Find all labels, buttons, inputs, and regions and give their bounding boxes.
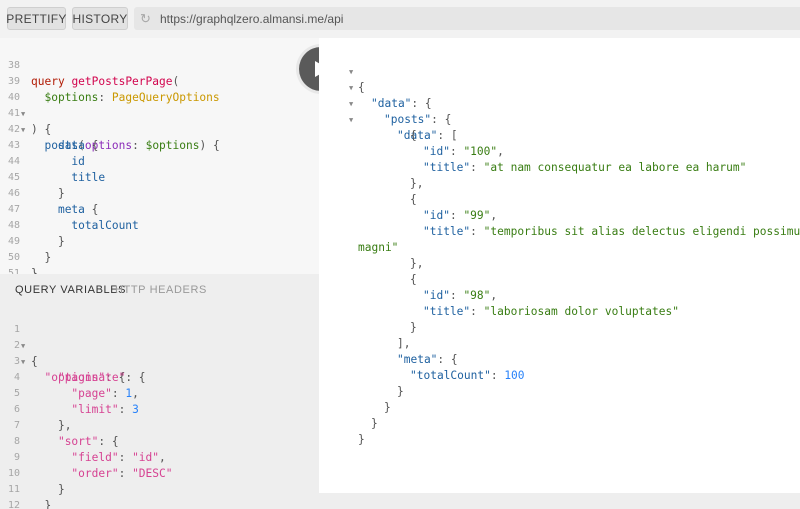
toolbar: PRETTIFY HISTORY ↻ xyxy=(0,0,800,38)
code-line: "id": "98", xyxy=(423,289,498,302)
code-line: } xyxy=(319,384,800,414)
code-line: 45 } xyxy=(0,154,319,200)
code-line: 42 data { xyxy=(0,106,319,152)
code-line: 52 xyxy=(0,266,319,274)
code-line: }, xyxy=(319,160,800,190)
code-line: 48 } xyxy=(0,202,319,248)
code-line: 2 ▼ "options": { xyxy=(0,322,319,384)
code-line: "id": "99", xyxy=(423,209,498,222)
code-line: 3 "paginate": { xyxy=(0,338,319,384)
code-line: ▼ "data": [ xyxy=(319,96,800,142)
code-line: { xyxy=(319,176,800,206)
endpoint-url-input[interactable] xyxy=(160,11,760,26)
code-line: 47 totalCount xyxy=(0,186,319,232)
code-line: } xyxy=(319,368,800,398)
code-line: 5 "limit": 3 xyxy=(0,370,319,416)
tab-http-headers[interactable]: HTTP HEADERS xyxy=(115,284,207,296)
code-line: } xyxy=(319,416,800,446)
code-line: { xyxy=(319,256,800,286)
code-line: 38 query getPostsPerPage( xyxy=(0,42,319,88)
code-line: 6 }, xyxy=(0,386,319,432)
code-line: magni" xyxy=(319,224,800,254)
result-footer xyxy=(319,493,800,509)
tab-query-variables[interactable]: QUERY VARIABLES xyxy=(15,284,126,296)
code-line: { xyxy=(319,112,800,142)
code-line: 43 id xyxy=(0,122,319,168)
code-line: } xyxy=(319,304,800,334)
code-line: 40 ▼ ) { xyxy=(0,74,319,136)
code-line: 7 "sort": { xyxy=(0,402,319,448)
code-line: } xyxy=(319,400,800,430)
code-line: ▼ { xyxy=(319,48,800,94)
code-line: 8 "field": "id", xyxy=(0,418,319,464)
code-line: "title": "temporibus sit alias delectus … xyxy=(319,208,800,238)
variables-panel-header: QUERY VARIABLES HTTP HEADERS xyxy=(0,274,319,305)
code-line: 51 xyxy=(0,250,319,274)
code-line: 41 ▼ posts(options: $options) { xyxy=(0,90,319,152)
result-viewer[interactable]: ▼ { ▼ "data": { ▼ "posts": { ▼ "data": [… xyxy=(319,38,800,493)
code-line: }, xyxy=(319,240,800,270)
code-line: ▼ "data": { xyxy=(319,64,800,110)
code-line: ], xyxy=(319,320,800,350)
code-line: "title": "laboriosam dolor voluptates" xyxy=(423,305,679,318)
endpoint-url-bar: ↻ xyxy=(134,7,800,30)
code-line: 4 "page": 1, xyxy=(0,354,319,400)
code-line: 49 } xyxy=(0,218,319,264)
line-number: 12 xyxy=(7,500,20,509)
code-line: 12 } xyxy=(0,482,319,509)
prettify-button[interactable]: PRETTIFY xyxy=(6,7,66,30)
query-editor[interactable]: 38 query getPostsPerPage( 39 $options: P… xyxy=(0,38,319,274)
code-line: 50 } xyxy=(0,234,319,274)
code-line: 46 meta { xyxy=(0,170,319,216)
code-line: 9 "order": "DESC" xyxy=(0,434,319,480)
code-line: 1 ▼ { xyxy=(0,306,319,368)
punctuation-token: } xyxy=(358,433,365,446)
history-button[interactable]: HISTORY xyxy=(72,7,128,30)
code-line: 39 $options: PageQueryOptions xyxy=(0,58,319,104)
code-line: 11 } xyxy=(0,466,319,509)
code-line: ▼ "posts": { xyxy=(319,80,800,126)
punctuation-token: } xyxy=(44,499,52,509)
code-line: "title": "at nam consequatur ea labore e… xyxy=(423,161,747,174)
reload-icon[interactable]: ↻ xyxy=(140,11,154,26)
code-line: "id": "100", xyxy=(423,145,504,158)
code-line: 10 } xyxy=(0,450,319,496)
code-line: "meta": { xyxy=(397,353,458,366)
code-line: "totalCount": 100 xyxy=(410,369,525,382)
code-line: 44 title xyxy=(0,138,319,184)
variables-editor[interactable]: 1 ▼ { 2 ▼ "options": { 3 "paginate": { 4… xyxy=(0,305,319,509)
